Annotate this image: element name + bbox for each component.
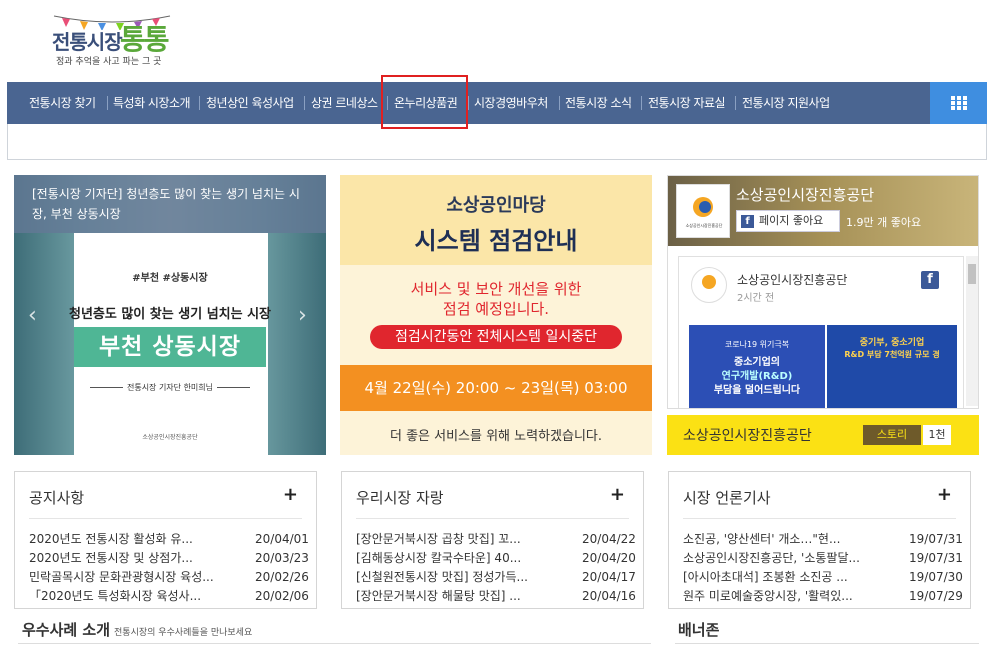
facebook-widget[interactable]: 소상공인시장진흥공단 소상공인시장진흥공단 f 페이지 좋아요 1.9만 개 좋아… <box>667 175 979 409</box>
nav-item-support-programs[interactable]: 전통시장 지원사업 <box>742 82 830 124</box>
board-title[interactable]: 공지사항 <box>29 487 84 508</box>
market-showcase-board: 우리시장 자랑 + [장안문거북시장 곱창 맛집] 꼬... 20/04/22 [… <box>341 471 644 609</box>
list-item[interactable]: [장안문거북시장 곱창 맛집] 꼬... 20/04/22 <box>356 530 640 549</box>
story-count: 1천 <box>923 425 951 445</box>
notice-description: 서비스 및 보안 개선을 위한 점검 예정입니다. <box>410 280 582 318</box>
maintenance-notice-banner[interactable]: 소상공인마당 시스템 점검안내 서비스 및 보안 개선을 위한 점검 예정입니다… <box>340 175 652 455</box>
fb-post-image[interactable]: 코로나19 위기극복 중소기업의 연구개발(R&D) 부담을 덜어드립니다 <box>689 325 825 408</box>
chevron-left-icon[interactable]: ‹ <box>28 303 37 328</box>
banner-zone-heading: 배너존 <box>678 621 720 639</box>
fb-page-name[interactable]: 소상공인시장진흥공단 <box>736 184 874 205</box>
fb-like-count: 1.9만 개 좋아요 <box>846 216 922 229</box>
logo-main-text: 전통시장 <box>52 30 123 54</box>
chevron-right-icon[interactable]: › <box>298 303 307 328</box>
slider-caption[interactable]: [전통시장 기자단] 청년층도 많이 찾는 생기 넘치는 시장, 부천 상동시장 <box>14 175 326 233</box>
nav-item-youth-merchant[interactable]: 청년상인 육성사업 <box>206 82 294 124</box>
fb-like-button[interactable]: f 페이지 좋아요 <box>736 210 840 232</box>
slider-tag: #부천 #상동시장 <box>132 273 208 284</box>
list-item[interactable]: 소진공, '양산센터' 개소…"현... 19/07/31 <box>683 530 967 549</box>
nav-item-market-search[interactable]: 전통시장 찾기 <box>29 82 96 124</box>
list-item[interactable]: 2020년도 전통시장 활성화 유... 20/04/01 <box>29 530 313 549</box>
slider-byline: 전통시장 기자단 한미희님 <box>14 382 326 393</box>
list-item[interactable]: [아시아초대석] 조봉환 소진공 ... 19/07/30 <box>683 568 967 587</box>
highlight-box <box>381 75 468 129</box>
list-item[interactable]: 2020년도 전통시장 및 상점가... 20/03/23 <box>29 549 313 568</box>
main-nav: 전통시장 찾기 특성화 시장소개 청년상인 육성사업 상권 르네상스 온누리상품… <box>7 82 987 124</box>
board-divider <box>356 518 629 519</box>
submenu-bar <box>7 124 987 160</box>
section-divider <box>675 643 979 644</box>
grid-menu-button[interactable] <box>930 82 987 124</box>
notice-board: 공지사항 + 2020년도 전통시장 활성화 유... 20/04/01 2020… <box>14 471 317 609</box>
facebook-icon: f <box>741 215 754 228</box>
facebook-logo-icon: f <box>921 271 939 289</box>
board-divider <box>29 518 302 519</box>
board-divider <box>683 518 956 519</box>
notice-suspension-pill: 점검시간동안 전체시스템 일시중단 <box>370 325 622 349</box>
plus-icon[interactable]: + <box>937 484 952 505</box>
news-slider[interactable]: #부천 #상동시장 청년층도 많이 찾는 생기 넘치는 시장 부천 상동시장 전… <box>14 175 326 455</box>
list-item[interactable]: 민락골목시장 문화관광형시장 육성... 20/02/26 <box>29 568 313 587</box>
list-item[interactable]: 원주 미로예술중앙시장, '활력있... 19/07/29 <box>683 587 967 606</box>
nav-separator <box>641 96 642 110</box>
fb-post-time: 2시간 전 <box>737 293 775 304</box>
plus-icon[interactable]: + <box>283 484 298 505</box>
slider-org: 소상공인시장진흥공단 <box>142 434 198 441</box>
fb-scrollbar[interactable] <box>966 256 978 406</box>
logo-accent-text: 통통 <box>120 23 170 56</box>
fb-profile-picture[interactable]: 소상공인시장진흥공단 <box>676 184 730 238</box>
header: 전통시장 통통 정과 추억을 사고 파는 그 곳 <box>0 0 1000 82</box>
nav-separator <box>559 96 560 110</box>
site-logo[interactable]: 전통시장 통통 정과 추억을 사고 파는 그 곳 <box>52 10 182 70</box>
story-badge[interactable]: 스토리 <box>863 425 921 445</box>
nav-item-renaissance[interactable]: 상권 르네상스 <box>311 82 378 124</box>
nav-item-management-voucher[interactable]: 시장경영바우처 <box>474 82 548 124</box>
section-divider <box>18 643 651 644</box>
list-item[interactable]: 소상공인시장진흥공단, '소통팔달... 19/07/31 <box>683 549 967 568</box>
best-practice-heading: 우수사례 소개 전통시장의 우수사례들을 만나보세요 <box>22 621 253 639</box>
fb-post[interactable]: 소상공인시장진흥공단 2시간 전 f 코로나19 위기극복 중소기업의 연구개발… <box>678 256 964 408</box>
nav-separator <box>468 96 469 110</box>
notice-date-range: 4월 22일(수) 20:00 ~ 23일(목) 03:00 <box>340 365 652 411</box>
fb-post-author[interactable]: 소상공인시장진흥공단 <box>737 271 847 288</box>
slider-market-name: 부천 상동시장 <box>74 327 266 367</box>
kakao-story-banner[interactable]: 소상공인시장진흥공단 스토리 1천 <box>667 415 979 455</box>
notice-title: 시스템 점검안내 <box>414 227 578 255</box>
nav-item-specialized-market[interactable]: 특성화 시장소개 <box>113 82 191 124</box>
notice-footer: 더 좋은 서비스를 위해 노력하겠습니다. <box>389 429 603 444</box>
plus-icon[interactable]: + <box>610 484 625 505</box>
list-item[interactable]: 「2020년도 특성화시장 육성사... 20/02/06 <box>29 587 313 606</box>
scrollbar-thumb[interactable] <box>968 264 976 284</box>
logo-tagline: 정과 추억을 사고 파는 그 곳 <box>56 57 162 67</box>
slider-headline: 청년층도 많이 찾는 생기 넘치는 시장 <box>68 307 272 322</box>
story-title: 소상공인시장진흥공단 <box>683 428 812 444</box>
press-board: 시장 언론기사 + 소진공, '양산센터' 개소…"현... 19/07/31 소… <box>668 471 971 609</box>
board-title[interactable]: 시장 언론기사 <box>683 487 771 508</box>
nav-separator <box>199 96 200 110</box>
notice-site-name: 소상공인마당 <box>446 195 546 216</box>
fb-post-image[interactable]: 중기부, 중소기업 R&D 부담 7천억원 규모 경 <box>827 325 957 408</box>
list-item[interactable]: [신철원전통시장 맛집] 정성가득... 20/04/17 <box>356 568 640 587</box>
list-item[interactable]: [김해동상시장 칼국수타운] 40... 20/04/20 <box>356 549 640 568</box>
nav-item-resources[interactable]: 전통시장 자료실 <box>648 82 726 124</box>
list-item[interactable]: [장안문거북시장 해물탕 맛집] ... 20/04/16 <box>356 587 640 606</box>
board-title[interactable]: 우리시장 자랑 <box>356 487 444 508</box>
nav-separator <box>735 96 736 110</box>
nav-item-market-news[interactable]: 전통시장 소식 <box>565 82 632 124</box>
nav-separator <box>107 96 108 110</box>
fb-post-avatar <box>691 267 727 303</box>
nav-separator <box>304 96 305 110</box>
